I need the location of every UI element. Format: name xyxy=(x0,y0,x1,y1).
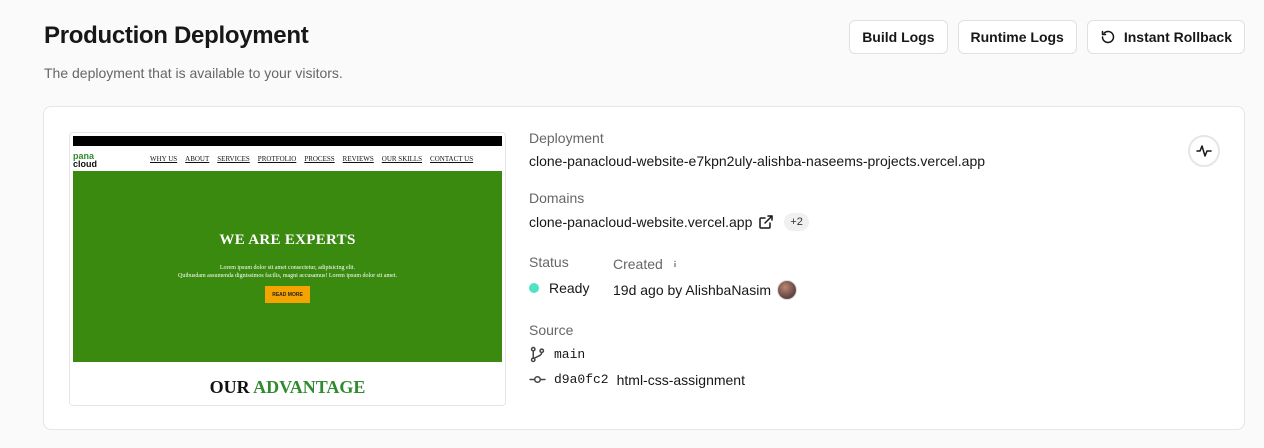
created-label: Created xyxy=(613,256,663,272)
activity-icon xyxy=(1196,145,1212,157)
source-commit-row: d9a0fc2 html-css-assignment xyxy=(529,371,745,388)
branch-icon xyxy=(530,346,545,363)
deployment-preview[interactable]: pana cloud WHY US ABOUT SERVICES PROTFOL… xyxy=(69,132,506,406)
runtime-logs-button[interactable]: Runtime Logs xyxy=(957,20,1077,54)
source-label: Source xyxy=(529,322,574,338)
info-icon[interactable] xyxy=(668,258,681,270)
commit-icon xyxy=(529,375,546,384)
preview-nav-link: SERVICES xyxy=(217,155,250,163)
runtime-logs-label: Runtime Logs xyxy=(970,29,1064,45)
branch-link[interactable]: main xyxy=(554,347,585,362)
preview-advantage-heading: OUR ADVANTAGE xyxy=(70,377,505,398)
external-link-icon[interactable] xyxy=(758,214,774,230)
preview-nav-link: REVIEWS xyxy=(342,155,374,163)
build-logs-button[interactable]: Build Logs xyxy=(849,20,948,54)
source-branch-row: main xyxy=(529,346,585,363)
page-subtitle: The deployment that is available to your… xyxy=(44,65,343,81)
created-value: 19d ago by AlishbaNasim xyxy=(613,282,771,298)
preview-hero-text-line1: Lorem ipsum dolor sit amet consectetur, … xyxy=(219,265,356,271)
instant-rollback-button[interactable]: Instant Rollback xyxy=(1086,20,1245,54)
page-title: Production Deployment xyxy=(44,22,309,49)
preview-nav-links: WHY US ABOUT SERVICES PROTFOLIO PROCESS … xyxy=(150,155,473,163)
header-actions: Build Logs Runtime Logs Instant Rollback xyxy=(849,20,1245,54)
commit-message: html-css-assignment xyxy=(616,371,745,388)
commit-hash-link[interactable]: d9a0fc2 xyxy=(554,372,609,387)
activity-button[interactable] xyxy=(1188,135,1220,167)
created-label-row: Created xyxy=(613,256,681,272)
preview-read-more-button: READ MORE xyxy=(265,286,310,303)
preview-top-bar xyxy=(73,136,502,146)
preview-hero-text: Lorem ipsum dolor sit amet consectetur, … xyxy=(73,264,502,280)
preview-advantage-word2: ADVANTAGE xyxy=(253,377,366,397)
more-domains-badge[interactable]: +2 xyxy=(784,213,809,231)
domain-link[interactable]: clone-panacloud-website.vercel.app xyxy=(529,214,752,230)
status-dot xyxy=(529,283,539,293)
preview-hero-text-line2: Quibusdam assumenda dignissimos facilis,… xyxy=(178,273,397,279)
preview-nav-link: OUR SKILLS xyxy=(381,155,423,163)
status-label: Status xyxy=(529,254,569,270)
preview-nav-link: WHY US xyxy=(150,155,178,163)
domains-row: clone-panacloud-website.vercel.app +2 xyxy=(529,213,809,231)
deployment-label: Deployment xyxy=(529,130,604,146)
domains-label: Domains xyxy=(529,190,585,206)
status-text: Ready xyxy=(549,280,590,296)
build-logs-label: Build Logs xyxy=(862,29,935,45)
created-value-row: 19d ago by AlishbaNasim xyxy=(613,280,797,300)
preview-logo-line2: cloud xyxy=(73,159,97,169)
avatar[interactable] xyxy=(777,280,797,300)
production-deployment-card: pana cloud WHY US ABOUT SERVICES PROTFOL… xyxy=(43,106,1245,430)
preview-hero: WE ARE EXPERTS Lorem ipsum dolor sit ame… xyxy=(73,171,502,362)
status-value: Ready xyxy=(529,280,589,296)
rollback-icon xyxy=(1101,30,1115,44)
preview-advantage-word1: OUR xyxy=(209,377,250,397)
preview-logo: pana cloud xyxy=(73,152,97,169)
preview-nav-link: PROTFOLIO xyxy=(257,155,297,163)
preview-hero-title: WE ARE EXPERTS xyxy=(219,232,356,248)
preview-nav-link: PROCESS xyxy=(304,155,335,163)
preview-nav: pana cloud WHY US ABOUT SERVICES PROTFOL… xyxy=(73,146,502,171)
preview-nav-link: CONTACT US xyxy=(430,155,474,163)
deployment-url-link[interactable]: clone-panacloud-website-e7kpn2uly-alishb… xyxy=(529,153,985,169)
instant-rollback-label: Instant Rollback xyxy=(1123,29,1232,45)
preview-nav-link: ABOUT xyxy=(185,155,210,163)
